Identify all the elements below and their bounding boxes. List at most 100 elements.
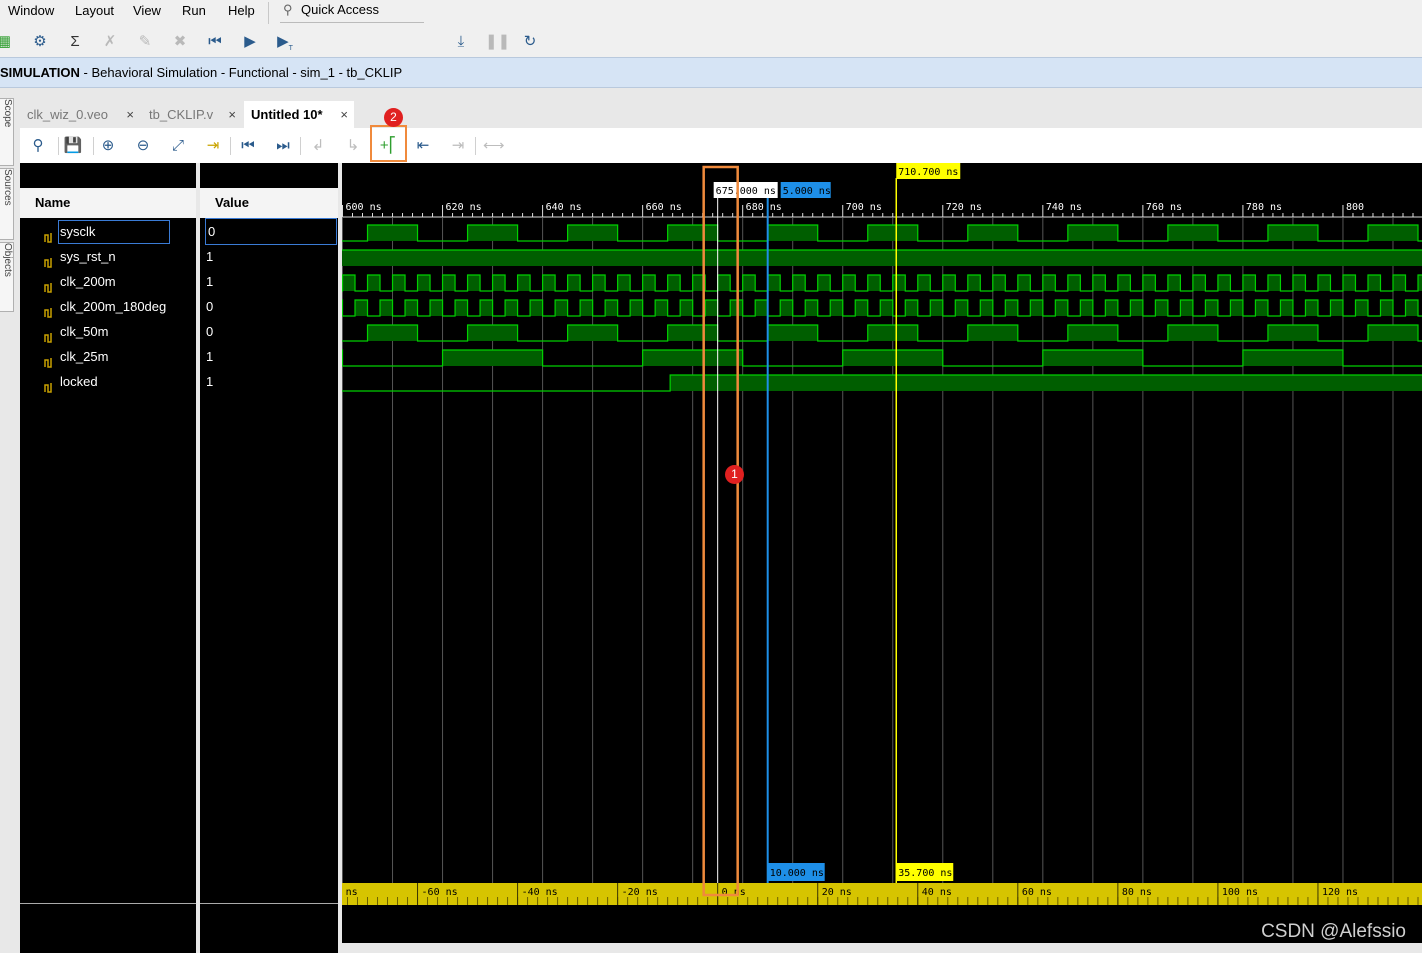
wave-high-fill <box>805 300 818 316</box>
menu-window[interactable]: Window <box>8 3 54 18</box>
menu-layout[interactable]: Layout <box>75 3 114 18</box>
wave-high-fill <box>655 300 668 316</box>
swap-cursors-icon[interactable]: ⟷ <box>483 136 505 156</box>
search-icon[interactable]: ⚲ <box>28 136 48 156</box>
wave-high-fill <box>667 325 718 341</box>
signal-row-sys-rst-n[interactable]: sys_rst_n <box>20 244 196 269</box>
name-column-header[interactable]: Name <box>20 188 196 218</box>
selection-outline <box>58 220 170 244</box>
pause-icon[interactable]: ❚❚ <box>485 32 510 52</box>
next-marker-icon[interactable]: ⇥ <box>448 136 468 156</box>
signal-value-locked: 1 <box>206 374 214 389</box>
wave-high-fill <box>530 300 543 316</box>
menu-view[interactable]: View <box>133 3 161 18</box>
signal-row-clk-25m[interactable]: clk_25m <box>20 344 196 369</box>
quick-access-input[interactable]: ⚲ Quick Access <box>280 0 424 23</box>
simulation-label: SIMULATION <box>0 65 80 80</box>
step-icon[interactable]: ⤓ <box>451 32 471 52</box>
bottom-tick-label: 0 ns <box>722 887 746 898</box>
top-tick-label: 740 ns <box>1046 202 1082 213</box>
panel-divider <box>20 903 196 904</box>
wave-high-fill <box>1367 325 1418 341</box>
wave-high-fill <box>492 275 506 291</box>
wave-high-fill <box>392 275 406 291</box>
wave-high-fill <box>980 300 993 316</box>
wave-high-fill <box>567 325 618 341</box>
marker-label: 675.000 ns <box>716 186 776 197</box>
edit-disabled-icon[interactable]: ✎ <box>135 32 155 52</box>
signal-name: clk_200m_180deg <box>60 299 167 314</box>
toolbar-separator <box>300 137 301 155</box>
go-to-last-time-icon[interactable]: ⏭ <box>273 136 293 156</box>
menu-help[interactable]: Help <box>228 3 255 18</box>
previous-marker-icon[interactable]: ⇤ <box>413 136 433 156</box>
tab-untitled-10[interactable]: Untitled 10* × <box>244 101 354 128</box>
close-icon[interactable]: × <box>228 101 236 128</box>
signal-row-locked[interactable]: locked <box>20 369 196 394</box>
signal-row-sysclk[interactable]: sysclk <box>20 219 196 244</box>
sigma-icon[interactable]: Σ <box>65 32 85 52</box>
signal-row-clk-50m[interactable]: clk_50m <box>20 319 196 344</box>
value-column-header[interactable]: Value <box>200 188 338 218</box>
run-for-icon[interactable]: ▶T <box>275 32 295 52</box>
wave-high-fill <box>1142 275 1156 291</box>
toolbar-separator <box>475 137 476 155</box>
wave-high-fill <box>642 350 743 366</box>
signal-row-clk-200m-180deg[interactable]: clk_200m_180deg <box>20 294 196 319</box>
signal-value-clk-50m: 0 <box>206 324 214 339</box>
zoom-in-icon[interactable]: ⊕ <box>98 136 118 156</box>
layout-icon[interactable]: ▦ <box>0 32 14 52</box>
wave-high-fill <box>780 300 793 316</box>
side-tab-objects[interactable]: Objects <box>0 242 14 312</box>
wave-high-fill <box>792 275 806 291</box>
tab-label: Untitled 10* <box>251 107 323 122</box>
wave-high-fill <box>880 300 893 316</box>
bottom-tick-label: 20 ns <box>822 887 852 898</box>
wave-high-fill <box>1155 300 1168 316</box>
remove-disabled-icon[interactable]: ✖ <box>170 32 190 52</box>
signal-row-clk-200m[interactable]: clk_200m <box>20 269 196 294</box>
settings-icon[interactable]: ⚙ <box>30 32 50 52</box>
waveform-viewer[interactable]: 600 ns 620 ns 640 ns 660 ns 680 ns 700 ns 720 … <box>342 163 1422 943</box>
previous-transition-icon[interactable]: ↲ <box>308 136 328 156</box>
restart-icon[interactable]: ⏮ <box>205 32 225 52</box>
wave-high-fill <box>580 300 593 316</box>
menu-run[interactable]: Run <box>182 3 206 18</box>
top-tick-label: 780 ns <box>1246 202 1282 213</box>
go-to-time-0-icon[interactable]: ⏮ <box>238 136 258 156</box>
side-tab-scope[interactable]: Scope <box>0 98 14 166</box>
wave-high-fill <box>680 300 693 316</box>
wave-high-fill <box>705 300 718 316</box>
signal-name: clk_50m <box>60 324 109 339</box>
tool-disabled-icon[interactable]: ✗ <box>100 32 120 52</box>
side-tabs: Scope Sources Objects <box>0 98 14 313</box>
wave-high-fill <box>967 275 981 291</box>
save-icon[interactable]: 💾 <box>63 136 83 156</box>
zoom-fit-icon[interactable]: ⤢ <box>168 136 188 156</box>
wave-high-fill <box>555 300 568 316</box>
signal-name: locked <box>60 374 98 389</box>
relaunch-icon[interactable]: ↻ <box>520 32 540 52</box>
wave-high-fill <box>1030 300 1043 316</box>
run-all-icon[interactable]: ▶ <box>240 32 260 52</box>
wave-high-fill <box>1167 325 1218 341</box>
wave-high-fill <box>1255 300 1268 316</box>
signal-value-sys-rst-n: 1 <box>206 249 214 264</box>
tab-clk-wiz-veo[interactable]: clk_wiz_0.veo × <box>20 101 140 128</box>
signal-name-panel: Name sysclk sys_rst_n clk_200m clk_200m_180… <box>20 163 196 953</box>
side-tab-sources[interactable]: Sources <box>0 168 14 240</box>
watermark: CSDN @Alefssio <box>1261 921 1406 942</box>
close-icon[interactable]: × <box>340 101 348 128</box>
wave-high-fill <box>1267 225 1318 241</box>
wave-high-fill <box>1355 300 1368 316</box>
main-toolbar: ▦ ⚙ Σ ✗ ✎ ✖ ⏮ ▶ ▶T 10 us ▼ ⤓ ❚❚ ↻ <box>0 27 1422 77</box>
go-to-cursor-icon[interactable]: ⇥ <box>203 136 223 156</box>
close-icon[interactable]: × <box>126 101 134 128</box>
zoom-out-icon[interactable]: ⊖ <box>133 136 153 156</box>
wave-high-fill <box>1242 350 1343 366</box>
next-transition-icon[interactable]: ↳ <box>343 136 363 156</box>
tab-tb-cklip[interactable]: tb_CKLIP.v × <box>142 101 242 128</box>
wave-high-fill <box>930 300 943 316</box>
waveform-canvas[interactable]: 600 ns 620 ns 640 ns 660 ns 680 ns 700 ns 720 … <box>342 163 1422 943</box>
wave-high-fill <box>1267 325 1318 341</box>
